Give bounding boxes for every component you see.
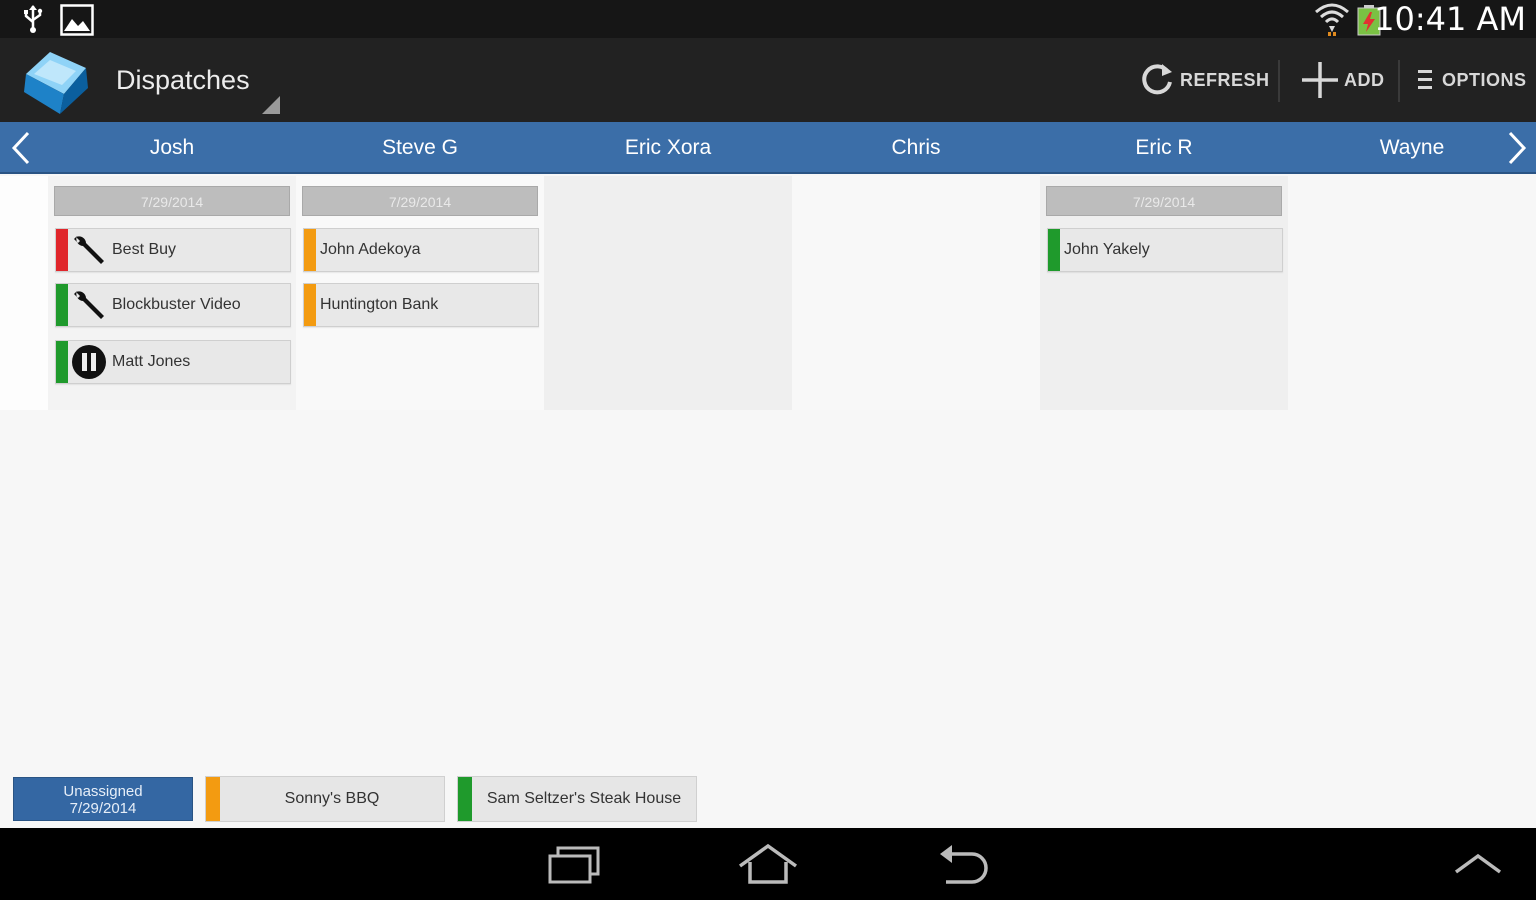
dispatch-card[interactable]: John Adekoya [303, 228, 539, 272]
card-label: Blockbuster Video [112, 296, 241, 313]
dispatch-card[interactable]: Blockbuster Video [55, 283, 291, 327]
column-chris [792, 176, 1040, 410]
status-indicator [206, 777, 220, 821]
back-icon[interactable] [932, 842, 996, 888]
refresh-icon [1142, 64, 1172, 95]
card-label: John Yakely [1064, 241, 1150, 258]
dispatch-card[interactable]: Matt Jones [55, 340, 291, 384]
status-indicator [56, 341, 68, 383]
menu-icon [1418, 70, 1432, 89]
divider [1398, 60, 1400, 102]
dispatch-board: 7/29/2014 Best Buy Blockbuster Video Mat… [0, 176, 1536, 776]
unassigned-title: Unassigned [63, 783, 143, 800]
assignee-eric-r[interactable]: Eric R [1040, 122, 1288, 174]
image-icon [60, 4, 94, 36]
plus-icon [1302, 62, 1338, 98]
assignee-steve-g[interactable]: Steve G [296, 122, 544, 174]
recent-apps-icon[interactable] [542, 842, 606, 888]
card-label: John Adekoya [320, 241, 421, 258]
options-button[interactable]: OPTIONS [1414, 56, 1527, 104]
screen-title[interactable]: Dispatches [116, 38, 250, 122]
home-icon[interactable] [736, 842, 800, 888]
card-label: Matt Jones [112, 353, 191, 370]
add-label: ADD [1344, 69, 1385, 90]
column-eric-xora [544, 176, 792, 410]
pause-icon [70, 343, 108, 381]
refresh-label: REFRESH [1180, 69, 1270, 90]
assignee-eric-xora[interactable]: Eric Xora [544, 122, 792, 174]
status-indicator [56, 229, 68, 271]
action-bar: Dispatches REFRESH ADD OPTIONS [0, 38, 1536, 122]
status-indicator [1048, 229, 1060, 271]
card-label: Sam Seltzer's Steak House [486, 790, 682, 807]
clock: 10:41 AM [1374, 0, 1526, 38]
dispatch-card[interactable]: John Yakely [1047, 228, 1283, 272]
unassigned-header: Unassigned 7/29/2014 [13, 777, 193, 821]
dispatch-card[interactable]: Best Buy [55, 228, 291, 272]
unassigned-card[interactable]: Sonny's BBQ [205, 776, 445, 822]
wifi-icon [1315, 3, 1349, 36]
options-label: OPTIONS [1442, 69, 1527, 90]
assignee-josh[interactable]: Josh [48, 122, 296, 174]
date-header: 7/29/2014 [302, 186, 538, 216]
unassigned-date: 7/29/2014 [69, 800, 137, 817]
assignee-wayne[interactable]: Wayne [1288, 122, 1536, 174]
column-wayne [1288, 176, 1536, 410]
assignee-chris[interactable]: Chris [792, 122, 1040, 174]
usb-icon [24, 5, 43, 33]
date-header: 7/29/2014 [54, 186, 290, 216]
dispatch-card[interactable]: Huntington Bank [303, 283, 539, 327]
status-indicator [304, 284, 316, 326]
refresh-button[interactable]: REFRESH [1138, 56, 1270, 104]
status-indicator [304, 229, 316, 271]
spinner-indicator [262, 96, 280, 114]
chevron-left-icon[interactable] [6, 130, 36, 166]
status-indicator [56, 284, 68, 326]
wrench-icon [70, 286, 108, 324]
card-label: Best Buy [112, 241, 177, 258]
add-button[interactable]: ADD [1300, 56, 1385, 104]
date-header: 7/29/2014 [1046, 186, 1282, 216]
chevron-up-icon[interactable] [1446, 842, 1510, 888]
card-label: Sonny's BBQ [284, 790, 380, 807]
unassigned-card[interactable]: Sam Seltzer's Steak House [457, 776, 697, 822]
divider [1278, 60, 1280, 102]
card-label: Huntington Bank [320, 296, 439, 313]
assignee-header: Josh Steve G Eric Xora Chris Eric R Wayn… [0, 122, 1536, 174]
system-nav-bar [0, 828, 1536, 900]
status-bar: 10:41 AM [0, 0, 1536, 38]
app-logo-icon[interactable] [20, 44, 92, 116]
chevron-right-icon[interactable] [1502, 130, 1532, 166]
wrench-icon [70, 231, 108, 269]
status-indicator [458, 777, 472, 821]
board-gutter [0, 176, 48, 410]
